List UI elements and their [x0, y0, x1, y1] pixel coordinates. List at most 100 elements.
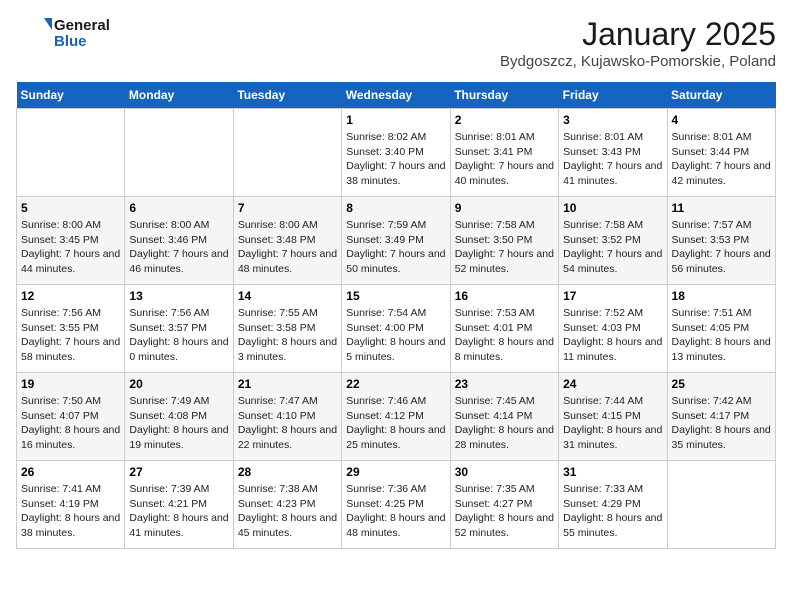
header-wednesday: Wednesday	[342, 82, 450, 109]
header-monday: Monday	[125, 82, 233, 109]
sunset-text: Sunset: 4:23 PM	[238, 498, 316, 510]
header-saturday: Saturday	[667, 82, 775, 109]
header-sunday: Sunday	[17, 82, 125, 109]
table-row: 15 Sunrise: 7:54 AM Sunset: 4:00 PM Dayl…	[342, 285, 450, 373]
calendar-week-row: 19 Sunrise: 7:50 AM Sunset: 4:07 PM Dayl…	[17, 373, 776, 461]
sunset-text: Sunset: 3:50 PM	[455, 234, 533, 246]
sunset-text: Sunset: 4:27 PM	[455, 498, 533, 510]
sunrise-text: Sunrise: 7:45 AM	[455, 395, 535, 407]
daylight-text: Daylight: 8 hours and 31 minutes.	[563, 424, 662, 451]
calendar-week-row: 12 Sunrise: 7:56 AM Sunset: 3:55 PM Dayl…	[17, 285, 776, 373]
day-number: 19	[21, 377, 120, 391]
table-row: 27 Sunrise: 7:39 AM Sunset: 4:21 PM Dayl…	[125, 461, 233, 549]
daylight-text: Daylight: 8 hours and 22 minutes.	[238, 424, 337, 451]
sunset-text: Sunset: 4:01 PM	[455, 322, 533, 334]
table-row: 16 Sunrise: 7:53 AM Sunset: 4:01 PM Dayl…	[450, 285, 558, 373]
daylight-text: Daylight: 7 hours and 52 minutes.	[455, 248, 554, 275]
daylight-text: Daylight: 8 hours and 13 minutes.	[672, 336, 771, 363]
sunset-text: Sunset: 4:07 PM	[21, 410, 99, 422]
day-number: 3	[563, 113, 662, 127]
sunset-text: Sunset: 4:00 PM	[346, 322, 424, 334]
daylight-text: Daylight: 8 hours and 28 minutes.	[455, 424, 554, 451]
daylight-text: Daylight: 8 hours and 48 minutes.	[346, 512, 445, 539]
day-number: 15	[346, 289, 445, 303]
table-row	[667, 461, 775, 549]
table-row: 13 Sunrise: 7:56 AM Sunset: 3:57 PM Dayl…	[125, 285, 233, 373]
daylight-text: Daylight: 8 hours and 38 minutes.	[21, 512, 120, 539]
sunrise-text: Sunrise: 7:59 AM	[346, 219, 426, 231]
table-row: 22 Sunrise: 7:46 AM Sunset: 4:12 PM Dayl…	[342, 373, 450, 461]
day-info: Sunrise: 7:59 AM Sunset: 3:49 PM Dayligh…	[346, 218, 445, 277]
day-number: 21	[238, 377, 337, 391]
day-info: Sunrise: 7:33 AM Sunset: 4:29 PM Dayligh…	[563, 482, 662, 541]
table-row: 31 Sunrise: 7:33 AM Sunset: 4:29 PM Dayl…	[559, 461, 667, 549]
daylight-text: Daylight: 7 hours and 48 minutes.	[238, 248, 337, 275]
day-number: 26	[21, 465, 120, 479]
table-row: 8 Sunrise: 7:59 AM Sunset: 3:49 PM Dayli…	[342, 197, 450, 285]
sunrise-text: Sunrise: 8:00 AM	[21, 219, 101, 231]
sunset-text: Sunset: 3:41 PM	[455, 146, 533, 158]
sunrise-text: Sunrise: 8:00 AM	[238, 219, 318, 231]
sunset-text: Sunset: 4:03 PM	[563, 322, 641, 334]
sunrise-text: Sunrise: 7:42 AM	[672, 395, 752, 407]
daylight-text: Daylight: 8 hours and 16 minutes.	[21, 424, 120, 451]
day-number: 14	[238, 289, 337, 303]
day-number: 24	[563, 377, 662, 391]
table-row: 9 Sunrise: 7:58 AM Sunset: 3:50 PM Dayli…	[450, 197, 558, 285]
day-info: Sunrise: 7:36 AM Sunset: 4:25 PM Dayligh…	[346, 482, 445, 541]
day-info: Sunrise: 7:50 AM Sunset: 4:07 PM Dayligh…	[21, 394, 120, 453]
sunrise-text: Sunrise: 8:00 AM	[129, 219, 209, 231]
daylight-text: Daylight: 8 hours and 5 minutes.	[346, 336, 445, 363]
sunrise-text: Sunrise: 7:58 AM	[455, 219, 535, 231]
day-info: Sunrise: 7:56 AM Sunset: 3:57 PM Dayligh…	[129, 306, 228, 365]
day-number: 25	[672, 377, 771, 391]
header-thursday: Thursday	[450, 82, 558, 109]
header-friday: Friday	[559, 82, 667, 109]
daylight-text: Daylight: 8 hours and 35 minutes.	[672, 424, 771, 451]
sunset-text: Sunset: 3:49 PM	[346, 234, 424, 246]
table-row	[233, 109, 341, 197]
sunset-text: Sunset: 3:58 PM	[238, 322, 316, 334]
day-info: Sunrise: 7:58 AM Sunset: 3:50 PM Dayligh…	[455, 218, 554, 277]
table-row: 7 Sunrise: 8:00 AM Sunset: 3:48 PM Dayli…	[233, 197, 341, 285]
day-number: 11	[672, 201, 771, 215]
day-info: Sunrise: 8:02 AM Sunset: 3:40 PM Dayligh…	[346, 130, 445, 189]
header-tuesday: Tuesday	[233, 82, 341, 109]
sunset-text: Sunset: 4:21 PM	[129, 498, 207, 510]
day-info: Sunrise: 7:38 AM Sunset: 4:23 PM Dayligh…	[238, 482, 337, 541]
day-number: 18	[672, 289, 771, 303]
sunset-text: Sunset: 4:14 PM	[455, 410, 533, 422]
sunrise-text: Sunrise: 7:44 AM	[563, 395, 643, 407]
day-info: Sunrise: 7:51 AM Sunset: 4:05 PM Dayligh…	[672, 306, 771, 365]
location-subtitle: Bydgoszcz, Kujawsko-Pomorskie, Poland	[500, 53, 776, 70]
page-header: General Blue January 2025 Bydgoszcz, Kuj…	[16, 16, 776, 70]
sunrise-text: Sunrise: 7:55 AM	[238, 307, 318, 319]
daylight-text: Daylight: 8 hours and 55 minutes.	[563, 512, 662, 539]
day-info: Sunrise: 7:41 AM Sunset: 4:19 PM Dayligh…	[21, 482, 120, 541]
sunrise-text: Sunrise: 7:39 AM	[129, 483, 209, 495]
logo: General Blue	[16, 16, 110, 52]
day-info: Sunrise: 8:01 AM Sunset: 3:43 PM Dayligh…	[563, 130, 662, 189]
sunrise-text: Sunrise: 7:36 AM	[346, 483, 426, 495]
table-row: 29 Sunrise: 7:36 AM Sunset: 4:25 PM Dayl…	[342, 461, 450, 549]
day-number: 5	[21, 201, 120, 215]
day-number: 6	[129, 201, 228, 215]
table-row: 24 Sunrise: 7:44 AM Sunset: 4:15 PM Dayl…	[559, 373, 667, 461]
day-info: Sunrise: 7:46 AM Sunset: 4:12 PM Dayligh…	[346, 394, 445, 453]
daylight-text: Daylight: 7 hours and 40 minutes.	[455, 160, 554, 187]
table-row: 28 Sunrise: 7:38 AM Sunset: 4:23 PM Dayl…	[233, 461, 341, 549]
sunrise-text: Sunrise: 7:58 AM	[563, 219, 643, 231]
sunrise-text: Sunrise: 8:01 AM	[563, 131, 643, 143]
day-info: Sunrise: 7:57 AM Sunset: 3:53 PM Dayligh…	[672, 218, 771, 277]
day-number: 2	[455, 113, 554, 127]
day-number: 28	[238, 465, 337, 479]
sunset-text: Sunset: 3:45 PM	[21, 234, 99, 246]
day-number: 20	[129, 377, 228, 391]
sunrise-text: Sunrise: 7:47 AM	[238, 395, 318, 407]
sunrise-text: Sunrise: 7:54 AM	[346, 307, 426, 319]
sunrise-text: Sunrise: 7:49 AM	[129, 395, 209, 407]
sunrise-text: Sunrise: 7:56 AM	[21, 307, 101, 319]
day-info: Sunrise: 7:53 AM Sunset: 4:01 PM Dayligh…	[455, 306, 554, 365]
sunset-text: Sunset: 3:48 PM	[238, 234, 316, 246]
sunrise-text: Sunrise: 7:41 AM	[21, 483, 101, 495]
